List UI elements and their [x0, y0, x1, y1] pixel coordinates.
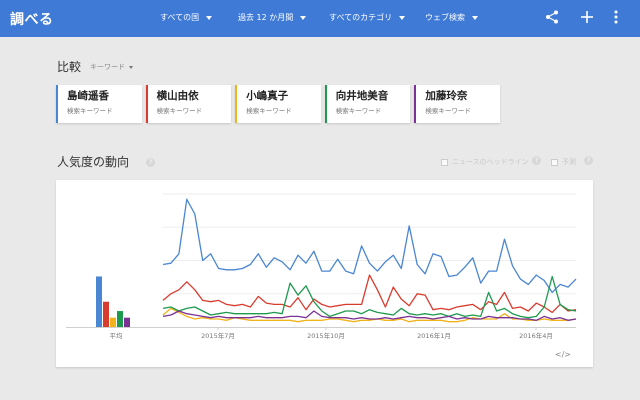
chevron-down-icon [472, 15, 478, 20]
filter-country-label: すべての国 [160, 13, 200, 22]
average-bar [124, 317, 130, 327]
series-line [162, 275, 577, 319]
term-type: 検索キーワード [425, 107, 471, 115]
average-label: 平均 [110, 331, 124, 340]
term-name: 横山由依 [156, 90, 199, 102]
filter-search-type[interactable]: ウェブ検索 [425, 12, 478, 23]
forecast-toggle[interactable]: 予測 [551, 157, 576, 167]
term-card[interactable]: 島崎遥香 検索キーワード [56, 85, 142, 123]
compare-type-label: キーワード [90, 63, 125, 71]
forecast-checkbox[interactable] [551, 158, 558, 166]
help-icon[interactable]: ? [584, 156, 593, 165]
x-tick-label: 2015年10月 [307, 331, 345, 340]
interest-over-time-title: 人気度の動向 [57, 155, 130, 169]
more-vert-icon[interactable] [607, 8, 625, 26]
filter-country[interactable]: すべての国 [160, 12, 213, 23]
filter-category-label: すべてのカテゴリ [329, 13, 393, 22]
chevron-down-icon [206, 15, 213, 20]
series-line [162, 198, 577, 294]
term-type: 検索キーワード [156, 107, 203, 115]
filter-category[interactable]: すべてのカテゴリ [329, 12, 406, 23]
trend-chart[interactable]: 平均 2015年7月 2015年10月 2016年1月 2016年4月 [56, 180, 593, 367]
help-icon[interactable]: ? [532, 156, 541, 165]
chevron-down-icon [399, 15, 406, 20]
forecast-label: 予測 [562, 158, 576, 166]
news-headlines-label: ニュースのヘッドライン [452, 158, 529, 166]
filter-search-type-label: ウェブ検索 [425, 13, 465, 22]
compare-title: 比較 [57, 60, 82, 74]
news-headlines-checkbox[interactable] [441, 158, 448, 166]
term-card[interactable]: 小嶋真子 検索キーワード [235, 85, 321, 123]
news-headlines-toggle[interactable]: ニュースのヘッドライン [441, 157, 529, 167]
term-name: 加藤玲奈 [425, 90, 468, 102]
average-bar [117, 311, 123, 327]
embed-code-icon[interactable]: </> [555, 350, 571, 359]
app-title: 調べる [10, 12, 54, 28]
filter-time-range-label: 過去 12 か月間 [238, 13, 294, 22]
term-type: 検索キーワード [246, 107, 292, 115]
term-type: 検索キーワード [335, 107, 382, 115]
term-name: 小嶋真子 [246, 90, 289, 102]
help-icon[interactable]: ? [146, 158, 155, 167]
x-tick-label: 2015年7月 [201, 331, 235, 340]
x-tick-label: 2016年1月 [417, 331, 451, 340]
term-card[interactable]: 向井地美音 検索キーワード [324, 85, 411, 123]
share-icon[interactable] [543, 8, 561, 26]
x-tick-label: 2016年4月 [519, 331, 553, 340]
term-card[interactable]: 横山由依 検索キーワード [145, 85, 232, 123]
average-bar [96, 276, 102, 327]
chevron-down-icon [300, 15, 307, 20]
term-name: 向井地美音 [335, 90, 389, 102]
term-type: 検索キーワード [67, 107, 113, 115]
filter-time-range[interactable]: 過去 12 か月間 [238, 12, 307, 23]
average-bar [103, 301, 109, 327]
chevron-down-icon [129, 65, 133, 69]
compare-type-dropdown[interactable]: キーワード [90, 62, 133, 72]
search-term-cards: 島崎遥香 検索キーワード 横山由依 検索キーワード 小嶋真子 検索キーワード 向… [56, 85, 500, 123]
average-bar [110, 317, 116, 327]
term-name: 島崎遥香 [67, 90, 109, 102]
add-icon[interactable] [578, 8, 596, 26]
trend-chart-card: 平均 2015年7月 2015年10月 2016年1月 2016年4月 </> [56, 180, 593, 367]
top-app-bar: 調べる すべての国 過去 12 か月間 すべてのカテゴリ ウェブ検索 [0, 0, 640, 37]
term-card[interactable]: 加藤玲奈 検索キーワード [414, 85, 500, 123]
